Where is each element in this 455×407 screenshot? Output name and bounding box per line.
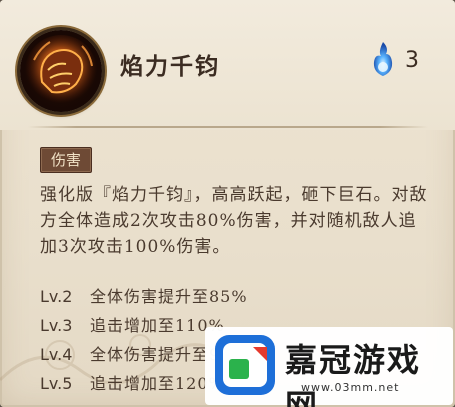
level-label: Lv.5: [40, 374, 73, 393]
level-row: Lv.2 全体伤害提升至85%: [40, 283, 420, 312]
blue-flame-icon: [373, 42, 393, 76]
damage-tag-label: 伤害: [50, 151, 81, 169]
site-logo-icon: [215, 335, 275, 395]
energy-cost: 3: [405, 48, 419, 73]
watermark: 嘉冠游戏网 www.03mm.net: [205, 327, 453, 407]
skill-name: 焰力千钧: [120, 53, 220, 80]
watermark-url: www.03mm.net: [301, 381, 400, 394]
flaming-fist-icon: [20, 30, 102, 112]
divider: [28, 126, 428, 128]
level-label: Lv.4: [40, 345, 73, 364]
level-effect: 全体伤害提升至85%: [90, 287, 248, 306]
level-label: Lv.3: [40, 316, 73, 335]
skill-description: 强化版『焰力千钧』，高高跃起，砸下巨石。对敌方全体造成2次攻击80%伤害，并对随…: [40, 185, 428, 257]
level-label: Lv.2: [40, 287, 73, 306]
damage-tag: 伤害: [40, 147, 92, 173]
watermark-title: 嘉冠游戏网: [285, 341, 422, 407]
skill-detail-panel: 焰力千钧 3 伤害 强化版『焰力千钧』，高高跃起，砸下巨石。对敌方全体造成2次攻…: [0, 0, 455, 407]
